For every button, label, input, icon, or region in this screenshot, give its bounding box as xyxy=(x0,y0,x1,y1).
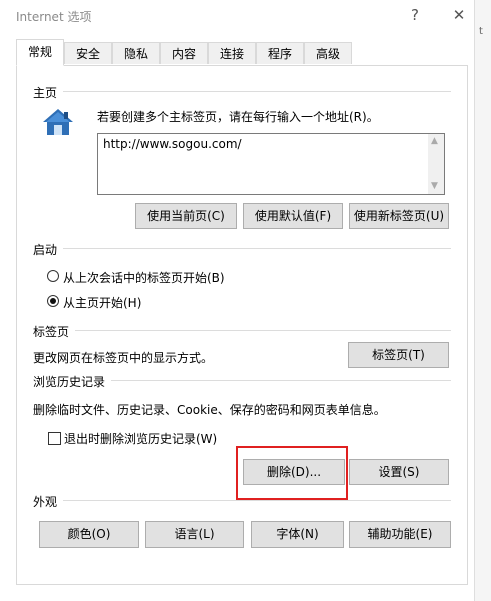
scroll-up-icon[interactable]: ▲ xyxy=(431,136,438,146)
background-window-edge: t xyxy=(474,0,491,601)
languages-button[interactable]: 语言(L) xyxy=(145,521,244,548)
tab-programs[interactable]: 程序 xyxy=(256,42,304,64)
tab-advanced[interactable]: 高级 xyxy=(304,42,352,64)
startup-group-label: 启动 xyxy=(33,241,64,258)
home-icon xyxy=(43,109,73,135)
homepage-group-line xyxy=(33,91,451,92)
tab-security[interactable]: 安全 xyxy=(64,42,112,64)
homepage-url-value: http://www.sogou.com/ xyxy=(103,137,242,151)
use-default-button[interactable]: 使用默认值(F) xyxy=(243,203,343,229)
history-settings-button[interactable]: 设置(S) xyxy=(349,459,449,485)
homepage-instruction: 若要创建多个主标签页，请在每行输入一个地址(R)。 xyxy=(97,110,379,124)
tabs-description: 更改网页在标签页中的显示方式。 xyxy=(33,351,214,365)
use-new-tab-button[interactable]: 使用新标签页(U) xyxy=(349,203,449,229)
scroll-down-icon[interactable]: ▼ xyxy=(431,181,438,191)
window-title: Internet 选项 xyxy=(16,10,92,24)
title-bar: Internet 选项 ? ✕ xyxy=(0,0,491,30)
use-current-page-button[interactable]: 使用当前页(C) xyxy=(135,203,237,229)
tab-content[interactable]: 内容 xyxy=(160,42,208,64)
tab-connections[interactable]: 连接 xyxy=(208,42,256,64)
history-description: 删除临时文件、历史记录、Cookie、保存的密码和网页表单信息。 xyxy=(33,403,386,417)
radio-homepage[interactable] xyxy=(47,295,59,307)
delete-on-exit-label: 退出时删除浏览历史记录(W) xyxy=(64,432,218,446)
background-window-text: t xyxy=(479,26,483,37)
colors-button[interactable]: 颜色(O) xyxy=(39,521,139,548)
close-icon[interactable]: ✕ xyxy=(448,4,470,26)
radio-homepage-label: 从主页开始(H) xyxy=(63,296,142,310)
tabs-group-line xyxy=(33,330,451,331)
tab-privacy[interactable]: 隐私 xyxy=(112,42,160,64)
help-icon[interactable]: ? xyxy=(404,4,426,26)
homepage-group-label: 主页 xyxy=(33,84,64,101)
homepage-url-input[interactable]: http://www.sogou.com/ ▲ ▼ xyxy=(97,133,445,195)
radio-last-session-label: 从上次会话中的标签页开始(B) xyxy=(63,271,225,285)
tab-general[interactable]: 常规 xyxy=(16,39,64,66)
appearance-group-line xyxy=(33,500,451,501)
radio-last-session[interactable] xyxy=(47,270,59,282)
url-scrollbar[interactable]: ▲ ▼ xyxy=(428,134,444,194)
appearance-group-label: 外观 xyxy=(33,493,64,510)
accessibility-button[interactable]: 辅助功能(E) xyxy=(349,521,451,548)
delete-on-exit-checkbox[interactable] xyxy=(48,432,61,445)
history-group-label: 浏览历史记录 xyxy=(33,373,112,390)
tabs-settings-button[interactable]: 标签页(T) xyxy=(348,342,449,368)
delete-button-highlight xyxy=(236,446,348,500)
radio-selected-dot xyxy=(50,298,56,304)
general-tab-panel: 主页 若要创建多个主标签页，请在每行输入一个地址(R)。 http://www.… xyxy=(16,65,468,585)
startup-group-line xyxy=(33,248,451,249)
fonts-button[interactable]: 字体(N) xyxy=(251,521,344,548)
tabs-group-label: 标签页 xyxy=(33,323,76,340)
